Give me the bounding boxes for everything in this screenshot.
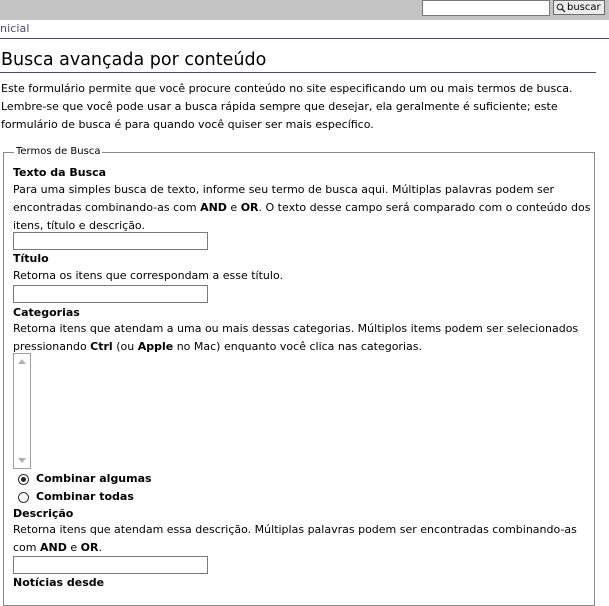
title-input[interactable] <box>13 285 208 303</box>
scroll-up-arrow-icon[interactable] <box>18 359 26 364</box>
match-all-radio[interactable] <box>18 491 29 503</box>
match-all-option[interactable]: Combinar todas <box>18 490 134 504</box>
match-any-option[interactable]: Combinar algumas <box>18 472 152 486</box>
description-help-part: e <box>66 541 81 554</box>
and-keyword: AND <box>200 201 227 214</box>
categories-help-part: (ou <box>112 340 138 353</box>
categories-help-part: no Mac) enquanto você clica nas categori… <box>173 340 422 353</box>
title-help: Retorna os itens que correspondam a esse… <box>13 269 283 282</box>
breadcrumb: nicial <box>0 20 609 39</box>
categories-select[interactable] <box>13 353 31 469</box>
description-help-part: . <box>98 541 102 554</box>
search-text-label: Texto da Busca <box>13 166 107 179</box>
search-text-help-part: e <box>226 201 241 214</box>
intro-text: Este formulário permite que você procure… <box>1 82 573 131</box>
search-text-input[interactable] <box>13 232 208 250</box>
search-button[interactable]: buscar <box>553 0 605 15</box>
description-help: Retorna itens que atendam essa descrição… <box>13 521 593 557</box>
and-keyword: AND <box>40 541 67 554</box>
top-bar: buscar <box>0 0 609 20</box>
description-input[interactable] <box>13 556 208 574</box>
search-icon <box>556 3 566 13</box>
search-input[interactable] <box>422 0 550 16</box>
match-all-label: Combinar todas <box>36 490 134 503</box>
title-label: Título <box>13 252 49 265</box>
description-label: Descrição <box>13 507 74 520</box>
search-terms-legend: Termos de Busca <box>16 146 101 157</box>
ctrl-key: Ctrl <box>90 340 113 353</box>
scroll-down-arrow-icon[interactable] <box>18 458 26 463</box>
match-any-radio[interactable] <box>18 473 29 485</box>
search-text-help: Para uma simples busca de texto, informe… <box>13 181 593 235</box>
categories-help: Retorna itens que atendam a uma ou mais … <box>13 320 593 356</box>
match-any-label: Combinar algumas <box>36 472 152 485</box>
categories-label: Categorias <box>13 306 80 319</box>
search-button-label: buscar <box>567 2 601 13</box>
or-keyword: OR <box>80 541 99 554</box>
title-divider <box>0 72 596 73</box>
breadcrumb-home-link[interactable]: nicial <box>0 22 30 35</box>
page-title: Busca avançada por conteúdo <box>1 50 267 70</box>
apple-key: Apple <box>137 340 174 353</box>
or-keyword: OR <box>240 201 259 214</box>
